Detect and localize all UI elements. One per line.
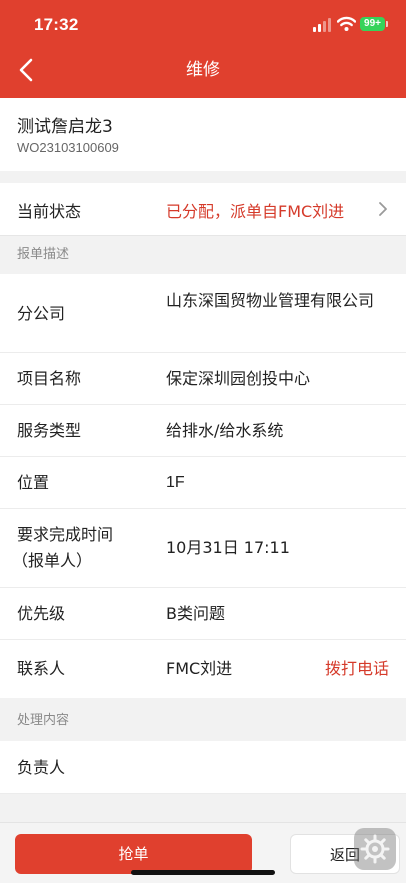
grab-order-button[interactable]: 抢单 [15, 834, 252, 874]
detail-label: 分公司 [17, 304, 66, 323]
detail-value: 山东深国贸物业管理有限公司 [166, 291, 375, 310]
battery-level: 99+ [364, 18, 381, 29]
chevron-right-icon [379, 202, 387, 216]
detail-label: 项目名称 [17, 369, 82, 388]
ticket-code: WO23103100609 [17, 140, 119, 155]
detail-label: 位置 [17, 473, 50, 492]
detail-row-project: 项目名称 保定深圳园创投中心 [0, 353, 406, 405]
signal-icon [313, 18, 333, 32]
section-header-description: 报单描述 [0, 236, 406, 274]
wifi-icon [337, 16, 356, 31]
home-indicator [131, 870, 275, 875]
detail-label: 联系人 [17, 659, 66, 678]
description-list: 分公司 山东深国贸物业管理有限公司 项目名称 保定深圳园创投中心 服务类型 给排… [0, 274, 406, 698]
detail-label: 优先级 [17, 604, 66, 623]
detail-value: 给排水/给水系统 [166, 421, 284, 440]
section-header-processing: 处理内容 [0, 702, 406, 740]
detail-row-owner[interactable]: 负责人 [0, 741, 406, 794]
detail-label: 负责人 [17, 758, 66, 777]
battery-nub [386, 21, 388, 27]
detail-value: 保定深圳园创投中心 [166, 369, 311, 388]
detail-row-due-time: 要求完成时间 （报单人） 10月31日 17:11 [0, 509, 406, 588]
battery-icon: 99+ [360, 17, 385, 31]
page-title: 维修 [186, 60, 220, 80]
detail-label-sub: （报单人） [12, 551, 93, 570]
current-status-row[interactable]: 当前状态 已分配，派单自FMC刘进 [0, 183, 406, 236]
detail-row-contact: 联系人 FMC刘进 拨打电话 [0, 640, 406, 698]
assistive-touch-button[interactable] [354, 828, 396, 870]
current-status-value: 已分配，派单自FMC刘进 [166, 202, 345, 221]
gear-icon [360, 834, 390, 864]
status-bar: 17:32 99+ [0, 0, 406, 50]
ticket-name: 测试詹启龙3 [17, 117, 113, 137]
detail-row-service-type: 服务类型 给排水/给水系统 [0, 405, 406, 457]
detail-label: 要求完成时间 [17, 525, 114, 544]
detail-row-priority: 优先级 B类问题 [0, 588, 406, 640]
detail-row-location: 位置 1F [0, 457, 406, 509]
detail-label: 服务类型 [17, 421, 82, 440]
detail-value: 10月31日 17:11 [166, 538, 290, 557]
detail-value: B类问题 [166, 604, 225, 623]
detail-value: 1F [166, 474, 185, 491]
current-status-label: 当前状态 [17, 202, 82, 221]
processing-list: 负责人 [0, 741, 406, 794]
detail-value: FMC刘进 [166, 659, 233, 678]
ticket-summary: 测试詹启龙3 WO23103100609 [0, 98, 406, 171]
status-time: 17:32 [34, 15, 79, 34]
call-phone-link[interactable]: 拨打电话 [325, 656, 389, 682]
detail-row-branch: 分公司 山东深国贸物业管理有限公司 [0, 274, 406, 353]
top-bar: 17:32 99+ 维修 [0, 0, 406, 98]
